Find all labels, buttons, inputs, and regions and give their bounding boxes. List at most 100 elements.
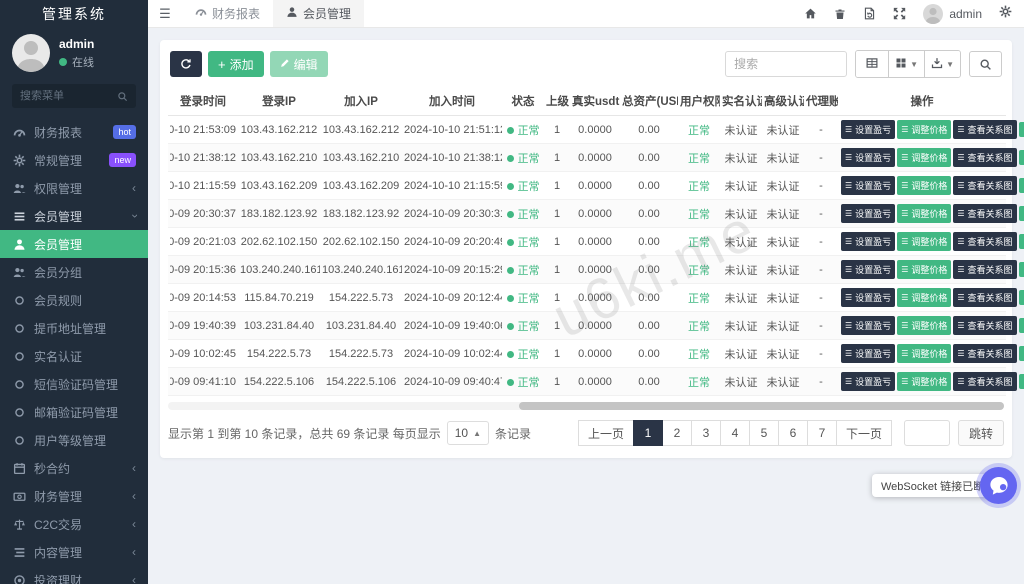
adjust-price-button[interactable]: ☰调整价格 [897,372,951,391]
set-profit-loss-button[interactable]: ☰设置盈亏 [841,120,895,139]
relation-graph-button[interactable]: ☰查看关系图 [953,148,1016,167]
refresh-button[interactable] [170,51,202,77]
toggle-pagination-button[interactable] [856,51,889,77]
app-window: 管理系统 admin 在线 财务报表hot常规管理new权限管理‹会员管理‹会员… [0,0,1024,584]
real-usdt: 0.0000 [570,172,620,200]
jump-button[interactable]: 跳转 [958,420,1004,446]
horizontal-scrollbar[interactable] [168,402,1004,410]
sidebar-item-member-manage[interactable]: 会员管理 [0,230,148,258]
sidebar-item-finance-report[interactable]: 财务报表hot [0,118,148,146]
sidebar-item-member-manage-group[interactable]: 会员管理‹ [0,202,148,230]
tab-member-manage[interactable]: 会员管理 [273,0,364,27]
sidebar-item-finance-manage[interactable]: 财务管理‹ [0,482,148,510]
edit-row-button[interactable] [1019,206,1024,221]
adjust-price-button[interactable]: ☰调整价格 [897,344,951,363]
home-icon[interactable] [804,7,817,20]
set-profit-loss-button[interactable]: ☰设置盈亏 [841,260,895,279]
edit-row-button[interactable] [1019,374,1024,389]
add-button[interactable]: +添加 [208,51,264,77]
relation-graph-button[interactable]: ☰查看关系图 [953,372,1016,391]
relation-graph-button[interactable]: ☰查看关系图 [953,232,1016,251]
sidebar-item-general-manage[interactable]: 常规管理new [0,146,148,174]
fullscreen-icon[interactable] [893,7,906,20]
page-button-6[interactable]: 6 [778,420,808,446]
menu-search-input[interactable] [20,90,117,102]
chat-button[interactable] [980,467,1017,504]
table-toolbar: +添加 编辑 ▼ ▼ [170,50,1002,78]
sidebar-toggle-icon[interactable]: ☰ [148,0,182,27]
sidebar-item-investment[interactable]: 投资理财‹ [0,566,148,584]
set-profit-loss-button[interactable]: ☰设置盈亏 [841,344,895,363]
adjust-price-button[interactable]: ☰调整价格 [897,260,951,279]
page-size-select[interactable]: 10▲ [447,421,489,445]
set-profit-loss-button[interactable]: ☰设置盈亏 [841,372,895,391]
set-profit-loss-button[interactable]: ☰设置盈亏 [841,176,895,195]
clear-cache-icon[interactable] [863,7,876,20]
adjust-price-button[interactable]: ☰调整价格 [897,204,951,223]
sidebar-item-realname-auth[interactable]: 实名认证 [0,342,148,370]
columns-button[interactable]: ▼ [889,51,925,77]
edit-row-button[interactable] [1019,262,1024,277]
jump-page-input[interactable] [904,420,950,446]
set-profit-loss-button[interactable]: ☰设置盈亏 [841,148,895,167]
relation-graph-button[interactable]: ☰查看关系图 [953,316,1016,335]
adjust-price-button[interactable]: ☰调整价格 [897,288,951,307]
export-button[interactable]: ▼ [925,51,960,77]
edit-row-button[interactable] [1019,318,1024,333]
online-dot-icon [59,58,67,66]
page-button-1[interactable]: 1 [633,420,663,446]
relation-graph-button[interactable]: ☰查看关系图 [953,288,1016,307]
page-button-2[interactable]: 2 [662,420,692,446]
relation-graph-button[interactable]: ☰查看关系图 [953,120,1016,139]
settings-gears-icon[interactable] [999,5,1012,23]
edit-row-button[interactable] [1019,290,1024,305]
prev-page-button[interactable]: 上一页 [578,420,634,446]
set-profit-loss-button[interactable]: ☰设置盈亏 [841,232,895,251]
table-search-input[interactable] [725,51,847,77]
sidebar-item-second-contract[interactable]: 秒合约‹ [0,454,148,482]
edit-row-button[interactable] [1019,346,1024,361]
relation-graph-button[interactable]: ☰查看关系图 [953,344,1016,363]
advanced-search-button[interactable] [969,51,1002,77]
page-button-3[interactable]: 3 [691,420,721,446]
sidebar-item-permission-manage[interactable]: 权限管理‹ [0,174,148,202]
relation-graph-button[interactable]: ☰查看关系图 [953,176,1016,195]
parent-level: 1 [544,312,570,340]
adjust-price-button[interactable]: ☰调整价格 [897,120,951,139]
set-profit-loss-button[interactable]: ☰设置盈亏 [841,204,895,223]
chat-bubble-icon [987,474,1011,498]
page-button-4[interactable]: 4 [720,420,750,446]
tab-finance-report[interactable]: 财务报表 [182,0,273,27]
edit-row-button[interactable] [1019,178,1024,193]
edit-row-button[interactable] [1019,234,1024,249]
avatar [923,4,943,24]
list-icon: ☰ [957,182,964,190]
adjust-price-button[interactable]: ☰调整价格 [897,148,951,167]
page-button-5[interactable]: 5 [749,420,779,446]
adjust-price-button[interactable]: ☰调整价格 [897,316,951,335]
adjust-price-button[interactable]: ☰调整价格 [897,232,951,251]
navbar-user-menu[interactable]: admin [923,4,982,24]
next-page-button[interactable]: 下一页 [836,420,892,446]
sidebar-item-email-code-manage[interactable]: 邮箱验证码管理 [0,398,148,426]
sidebar-item-member-rule[interactable]: 会员规则 [0,286,148,314]
page-button-7[interactable]: 7 [807,420,837,446]
sidebar-item-sms-code-manage[interactable]: 短信验证码管理 [0,370,148,398]
sidebar-item-c2c-trade[interactable]: C2C交易‹ [0,510,148,538]
money-icon [12,490,26,503]
trash-icon[interactable] [834,8,846,20]
scrollbar-thumb[interactable] [519,402,1004,410]
sidebar-item-content-manage[interactable]: 内容管理‹ [0,538,148,566]
relation-graph-button[interactable]: ☰查看关系图 [953,204,1016,223]
set-profit-loss-button[interactable]: ☰设置盈亏 [841,288,895,307]
set-profit-loss-button[interactable]: ☰设置盈亏 [841,316,895,335]
edit-row-button[interactable] [1019,150,1024,165]
sidebar-item-withdraw-address[interactable]: 提币地址管理 [0,314,148,342]
relation-graph-button[interactable]: ☰查看关系图 [953,260,1016,279]
sidebar-item-member-group[interactable]: 会员分组 [0,258,148,286]
edit-row-button[interactable] [1019,122,1024,137]
sidebar-item-user-level-manage[interactable]: 用户等级管理 [0,426,148,454]
list-icon: ☰ [901,182,908,190]
adjust-price-button[interactable]: ☰调整价格 [897,176,951,195]
edit-button[interactable]: 编辑 [270,51,328,77]
